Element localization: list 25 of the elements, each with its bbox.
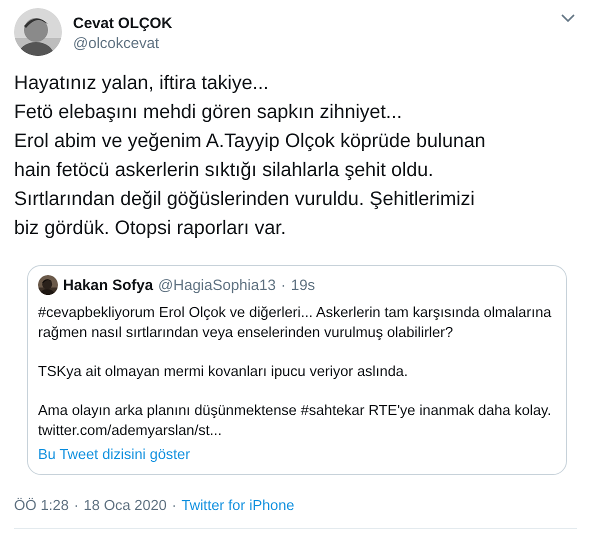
show-thread-link[interactable]: Bu Tweet dizisini göster (38, 445, 190, 465)
quoted-author-handle: @HagiaSophia13 (158, 276, 276, 294)
tweet-date: 18 Oca 2020 (84, 498, 167, 514)
separator-dot: · (74, 498, 79, 514)
author-name[interactable]: Cevat OLÇOK (73, 14, 550, 34)
tweet-time: ÖÖ 1:28 (14, 498, 69, 514)
tweet-text-line: Erol abim ve yeğenim A.Tayyip Olçok köprüde bulunan (14, 129, 487, 154)
tweet-text-line: hain fetöcü askerlerin sıktığı silahlarla şehit oldu. (14, 158, 434, 183)
caret-icon[interactable] (561, 14, 575, 23)
quoted-text-line: #cevapbekliyorum Erol Olçok ve diğerleri... Askerlerin tam karşısında olmalarına (38, 304, 552, 323)
quoted-text-line: Ama olayın arka planını düşünmektense #sahtekar RTE'ye inanmak daha kolay. (38, 402, 552, 421)
author-handle[interactable]: @olcokcevat (73, 34, 550, 54)
tweet-text-line: Sırtlarından değil göğüslerinden vuruldu. Şehitlerimizi (14, 187, 476, 212)
quoted-text-line: TSKya ait olmayan mermi kovanları ipucu veriyor aslında. (38, 363, 409, 382)
tweet-text-line: biz gördük. Otopsi raporları var. (14, 216, 288, 241)
tweet-text-line: Fetö elebaşını mehdi gören sapkın zihniyet... (14, 100, 404, 125)
quoted-text-line: twitter.com/ademyarslan/st... (38, 422, 223, 441)
source-link[interactable]: Twitter for iPhone (182, 498, 294, 514)
quoted-tweet-card[interactable] (27, 265, 567, 475)
quoted-text-line: rağmen nasıl sırtlarından veya enselerinden vurulmuş olabilirler? (38, 324, 454, 343)
quoted-author-name: Hakan Sofya (63, 276, 154, 294)
separator-dot: · (280, 276, 286, 294)
separator-dot: · (172, 498, 177, 514)
quoted-time: 19s (290, 276, 316, 294)
tweet-text-line: Hayatınız yalan, iftira takiye... (14, 71, 270, 96)
